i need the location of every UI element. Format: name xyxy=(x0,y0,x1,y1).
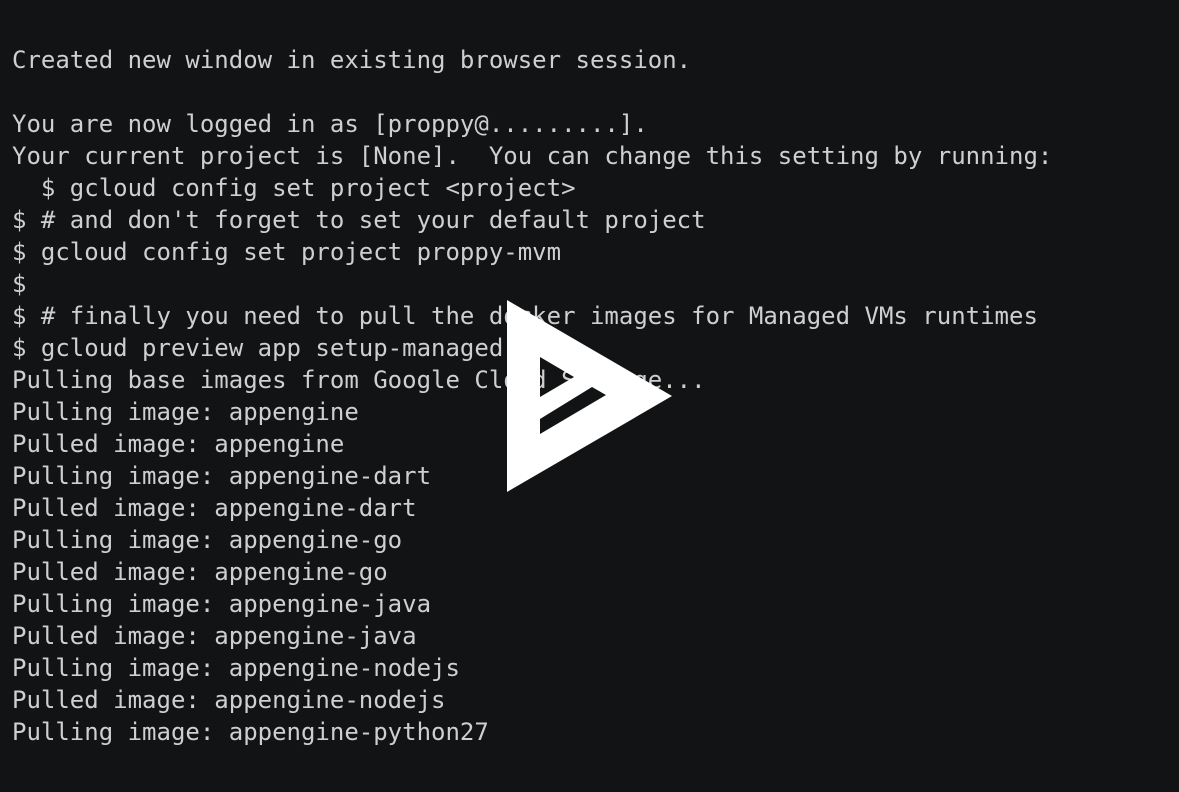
play-overlay[interactable] xyxy=(0,0,1179,792)
asciinema-play-icon[interactable] xyxy=(506,299,674,493)
